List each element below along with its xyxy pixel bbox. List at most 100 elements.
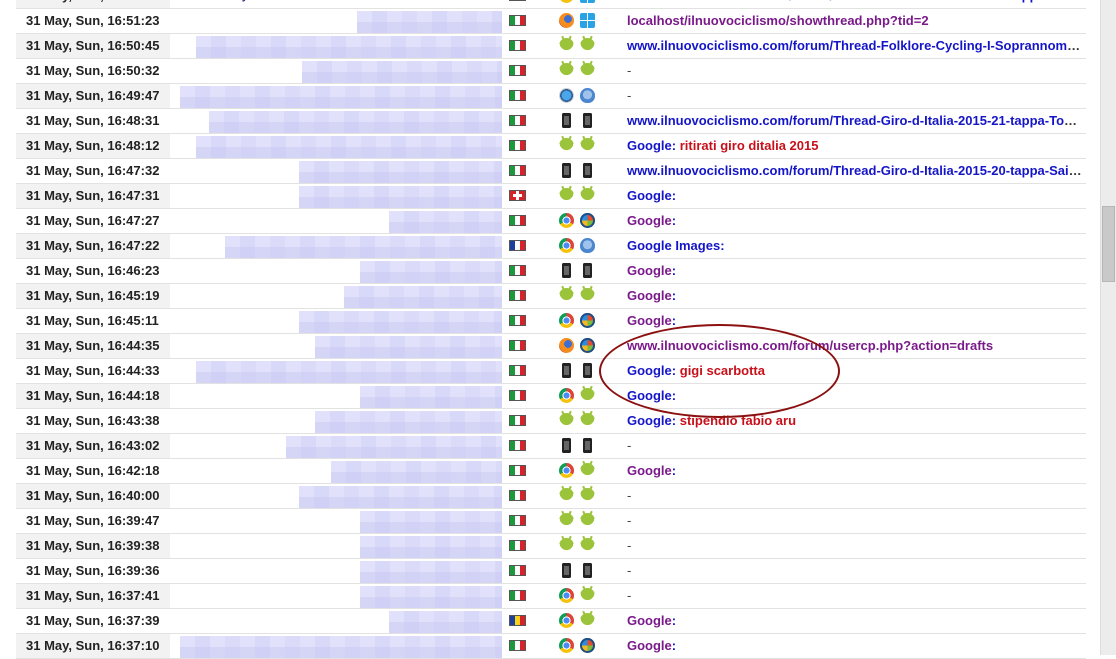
- mobile-browser-icon: [562, 363, 571, 378]
- referrer-separator: :: [671, 463, 677, 478]
- italy-flag-icon: [509, 590, 526, 601]
- apple-os-icon: [580, 238, 595, 253]
- android-os-icon: [580, 63, 595, 78]
- android-browser-icon: [559, 538, 574, 553]
- browser-os-icons: [559, 88, 599, 105]
- visitor-host: [180, 111, 502, 133]
- vertical-scrollbar[interactable]: [1100, 0, 1116, 655]
- browser-os-icons: [559, 188, 599, 205]
- visitor-host-text: host55-13-dynamic.7-62-r.retail.telecomi…: [180, 0, 502, 6]
- italy-flag-icon: [509, 65, 526, 76]
- referrer-link[interactable]: Google: [627, 213, 672, 228]
- android-os-icon: [580, 463, 595, 478]
- android-os-icon: [580, 488, 595, 503]
- referrer-link[interactable]: Google: [627, 463, 672, 478]
- visit-time: 31 May, Sun, 16:50:45: [16, 34, 170, 58]
- referrer-link[interactable]: Google: [627, 413, 672, 428]
- table-row: 31 May, Sun, 16:47:22 Google Images:: [0, 234, 1100, 259]
- referrer: Google: gigi scarbotta: [627, 359, 1082, 383]
- android-browser-icon: [559, 188, 574, 203]
- switzerland-flag-icon: [509, 190, 526, 201]
- visitor-host: [180, 11, 502, 33]
- visitor-host: host55-13-dynamic.7-62-r.retail.telecomi…: [180, 0, 502, 8]
- italy-flag-icon: [509, 315, 526, 326]
- referrer-link[interactable]: Google: [627, 288, 672, 303]
- scrollbar-thumb[interactable]: [1102, 206, 1115, 282]
- win-orb-os-icon: [580, 338, 595, 353]
- blurred-host-mask: [360, 586, 502, 608]
- blurred-host-mask: [302, 61, 502, 83]
- browser-os-icons: [559, 638, 599, 655]
- search-keyword: ritirati giro ditalia 2015: [679, 138, 819, 153]
- referrer: Google:: [627, 184, 1082, 208]
- visitor-host: [180, 511, 502, 533]
- android-browser-icon: [559, 138, 574, 153]
- visit-time: 31 May, Sun, 16:42:18: [26, 463, 160, 478]
- referrer-link[interactable]: www.ilnuovociclismo.com/forum/usercp.php…: [627, 338, 993, 353]
- referrer-link[interactable]: Google: [627, 313, 672, 328]
- italy-flag-icon: [509, 640, 526, 651]
- referrer-separator: :: [671, 363, 677, 378]
- browser-os-icons: [559, 288, 599, 305]
- browser-os-icons: [559, 488, 599, 505]
- visitor-host: [180, 236, 502, 258]
- table-row: 31 May, Sun, 16:39:36 -: [0, 559, 1100, 584]
- italy-flag-icon: [509, 490, 526, 501]
- blurred-host-mask: [360, 561, 502, 583]
- referrer-link[interactable]: localhost/ilnuovociclismo/showthread.php…: [627, 13, 929, 28]
- italy-flag-icon: [509, 90, 526, 101]
- visit-time: 31 May, Sun, 16:37:41: [16, 584, 170, 608]
- referrer: -: [627, 59, 1082, 83]
- referrer-link[interactable]: Google: [627, 263, 672, 278]
- visit-time: 31 May, Sun, 16:48:12: [16, 134, 170, 158]
- referrer-link[interactable]: Google: [627, 138, 672, 153]
- referrer: Google:: [627, 209, 1082, 233]
- referrer-separator: :: [671, 613, 677, 628]
- referrer-link[interactable]: Google: [627, 188, 672, 203]
- mobile-os-icon: [583, 263, 592, 278]
- search-keyword: stipendio fabio aru: [679, 413, 797, 428]
- referrer-link[interactable]: Google: [627, 613, 672, 628]
- referrer-link[interactable]: www.ilnuovociclismo.com/forum/Thread-Gir…: [627, 163, 1082, 178]
- no-referrer-dash: -: [627, 63, 632, 78]
- table-row: 31 May, Sun, 16:39:47 -: [0, 509, 1100, 534]
- referrer-link[interactable]: www.ilnuovociclismo.com/forum/Thread-Gir…: [627, 113, 1082, 128]
- referrer-link[interactable]: www.ilnuovociclismo.com/forum/Thread-Gir…: [627, 0, 1082, 3]
- referrer: -: [627, 84, 1082, 108]
- browser-os-icons: [559, 0, 599, 5]
- no-referrer-dash: -: [627, 513, 632, 528]
- blurred-host-mask: [315, 411, 502, 433]
- table-row: 31 May, Sun, 16:37:41 -: [0, 584, 1100, 609]
- browser-os-icons: [559, 513, 599, 530]
- chrome-browser-icon: [559, 588, 574, 603]
- visitor-host: [180, 586, 502, 608]
- visitor-host: [180, 536, 502, 558]
- blurred-host-mask: [208, 111, 502, 133]
- mobile-os-icon: [583, 163, 592, 178]
- browser-os-icons: [559, 338, 599, 355]
- blurred-host-mask: [360, 536, 502, 558]
- visit-time: 31 May, Sun, 16:47:32: [26, 163, 160, 178]
- referrer: -: [627, 559, 1082, 583]
- referrer-link[interactable]: www.ilnuovociclismo.com/forum/Thread-Fol…: [627, 38, 1082, 53]
- no-referrer-dash: -: [627, 438, 632, 453]
- referrer-link[interactable]: Google Images: [627, 238, 720, 253]
- blurred-host-mask: [299, 161, 502, 183]
- mobile-browser-icon: [562, 263, 571, 278]
- visitor-host: [180, 286, 502, 308]
- referrer-link[interactable]: Google: [627, 363, 672, 378]
- visitor-host: [180, 336, 502, 358]
- chrome-browser-icon: [559, 613, 574, 628]
- blurred-host-mask: [196, 36, 502, 58]
- visitor-host: [180, 86, 502, 108]
- browser-os-icons: [559, 313, 599, 330]
- referrer-link[interactable]: Google: [627, 388, 672, 403]
- visitor-host: [180, 611, 502, 633]
- italy-flag-icon: [509, 565, 526, 576]
- blurred-host-mask: [360, 511, 502, 533]
- referrer: -: [627, 534, 1082, 558]
- android-browser-icon: [559, 38, 574, 53]
- referrer-link[interactable]: Google: [627, 638, 672, 653]
- visitor-host: [180, 186, 502, 208]
- chrome-browser-icon: [559, 238, 574, 253]
